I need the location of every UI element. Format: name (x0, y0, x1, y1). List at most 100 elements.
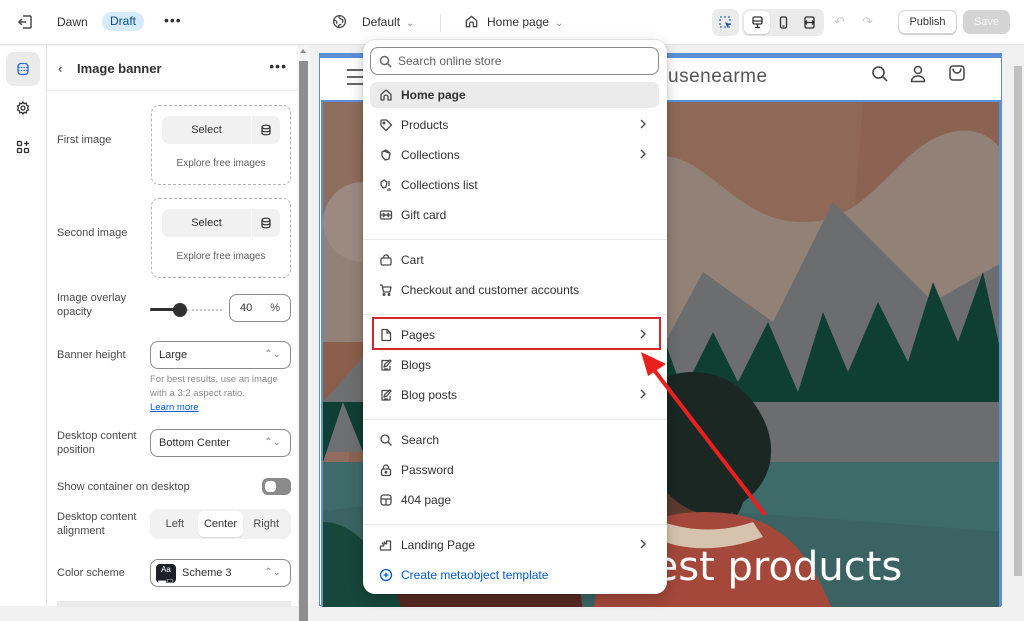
banner-height-label: Banner height (57, 349, 126, 361)
store-name[interactable]: usenearme (668, 66, 768, 88)
overlay-opacity-input[interactable]: 40% (229, 294, 291, 322)
divider (57, 601, 291, 607)
menu-item-products[interactable]: Products (370, 112, 659, 138)
first-image-picker: Select Explore free images (151, 105, 291, 185)
menu-item-label: Home page (401, 88, 466, 102)
gift-card-icon (379, 208, 393, 222)
search-placeholder: Search online store (398, 54, 502, 68)
first-image-library-button[interactable] (252, 116, 280, 144)
overlay-opacity-slider[interactable] (150, 302, 222, 318)
divider (440, 14, 441, 32)
undo-icon[interactable]: ↶ (834, 14, 849, 29)
page-select[interactable]: Home page ⌄ (487, 15, 563, 29)
menu-item-create-metaobject-template[interactable]: Create metaobject template (370, 562, 659, 588)
search-icon[interactable] (871, 65, 889, 83)
menu-divider (363, 524, 667, 525)
align-left-option[interactable]: Left (152, 511, 198, 537)
menu-item-404-page[interactable]: 404 page (370, 487, 659, 513)
scroll-thumb[interactable] (1014, 66, 1022, 576)
menu-divider (363, 239, 667, 240)
top-bar: Dawn Draft ••• Default ⌄ Home page ⌄ ↶ ↷ P… (0, 0, 1024, 45)
second-image-explore-link[interactable]: Explore free images (152, 251, 290, 262)
color-scheme-select[interactable]: Aa ▬▭ Scheme 3 ⌃⌄ (150, 559, 291, 587)
cart-icon (379, 283, 393, 297)
rail-settings-button[interactable] (6, 91, 40, 125)
menu-item-landing-page[interactable]: Landing Page (370, 532, 659, 558)
second-image-select-button[interactable]: Select (162, 209, 252, 237)
content-alignment-segmented: Left Center Right (150, 509, 291, 539)
database-icon (261, 124, 271, 136)
gear-icon (16, 101, 30, 115)
account-icon[interactable] (909, 65, 927, 83)
editor-rail (0, 46, 47, 606)
rail-apps-button[interactable] (6, 130, 40, 164)
chevron-right-icon (639, 538, 647, 550)
lock-icon (379, 463, 393, 477)
menu-item-label: Search (401, 433, 440, 447)
inspector-toggle[interactable] (712, 9, 739, 36)
banner-height-select[interactable]: Large ⌃⌄ (150, 341, 291, 369)
first-image-select-button[interactable]: Select (162, 116, 252, 144)
publish-button[interactable]: Publish (898, 10, 957, 34)
slider-handle[interactable] (173, 303, 187, 317)
content-alignment-label: Desktop content alignment (57, 511, 137, 537)
fullscreen-view-button[interactable] (796, 11, 822, 34)
desktop-view-button[interactable] (744, 11, 770, 34)
bag-icon (379, 253, 393, 267)
preview-scrollbar[interactable] (1011, 46, 1024, 606)
percent-unit: % (270, 302, 280, 314)
template-select[interactable]: Default ⌄ (362, 15, 414, 29)
align-right-option[interactable]: Right (243, 511, 289, 537)
menu-item-search[interactable]: Search (370, 427, 659, 453)
menu-item-label: Cart (401, 253, 424, 267)
first-image-explore-link[interactable]: Explore free images (152, 158, 290, 169)
desktop-icon (751, 16, 763, 29)
scroll-thumb[interactable] (299, 61, 308, 621)
viewport-switcher (742, 9, 824, 36)
theme-name: Dawn (57, 15, 88, 29)
menu-item-label: Landing Page (401, 538, 476, 552)
home-icon (379, 88, 393, 102)
back-button[interactable]: ‹ (58, 61, 62, 76)
learn-more-link[interactable]: Learn more (150, 402, 199, 413)
menu-item-blogs[interactable]: Blogs (370, 352, 659, 378)
second-image-library-button[interactable] (252, 209, 280, 237)
menu-item-label: Collections (401, 148, 460, 162)
theme-more-button[interactable]: ••• (164, 12, 182, 28)
pages-highlight-annotation (372, 317, 661, 350)
search-online-store-input[interactable]: Search online store (370, 47, 659, 75)
chevron-down-icon: ⌄ (406, 18, 415, 29)
menu-item-collections-list[interactable]: Collections list (370, 172, 659, 198)
show-container-label: Show container on desktop (57, 481, 190, 493)
menu-item-label: Products (401, 118, 449, 132)
menu-item-label: Blog posts (401, 388, 458, 402)
menu-item-gift-card[interactable]: Gift card (370, 202, 659, 228)
show-container-toggle[interactable] (262, 478, 291, 495)
menu-item-collections[interactable]: Collections (370, 142, 659, 168)
exit-icon[interactable] (16, 13, 34, 31)
content-position-select[interactable]: Bottom Center ⌃⌄ (150, 429, 291, 457)
section-more-button[interactable]: ••• (269, 58, 287, 74)
rail-sections-button[interactable] (6, 52, 40, 86)
mobile-view-button[interactable] (770, 11, 796, 34)
align-center-option[interactable]: Center (197, 511, 244, 537)
cart-icon[interactable] (948, 64, 966, 82)
menu-item-cart[interactable]: Cart (370, 247, 659, 273)
redo-icon[interactable]: ↷ (862, 14, 877, 29)
menu-item-label: Create metaobject template (401, 568, 549, 582)
menu-item-home-page[interactable]: Home page (370, 82, 659, 108)
scroll-up-icon[interactable] (300, 49, 306, 53)
tag-icon (379, 118, 393, 132)
fullwidth-icon (803, 16, 815, 29)
panel-scrollbar[interactable] (297, 46, 310, 621)
save-button[interactable]: Save (963, 10, 1010, 34)
banner-heading[interactable]: test products (638, 544, 902, 590)
menu-item-checkout-and-customer-accounts[interactable]: Checkout and customer accounts (370, 277, 659, 303)
chevron-right-icon (639, 388, 647, 400)
banner-height-help: For best results, use an image with a 3:… (150, 374, 278, 413)
landing-icon (379, 538, 393, 552)
database-icon (261, 217, 271, 229)
chevron-right-icon (639, 148, 647, 160)
menu-item-blog-posts[interactable]: Blog posts (370, 382, 659, 408)
menu-item-password[interactable]: Password (370, 457, 659, 483)
